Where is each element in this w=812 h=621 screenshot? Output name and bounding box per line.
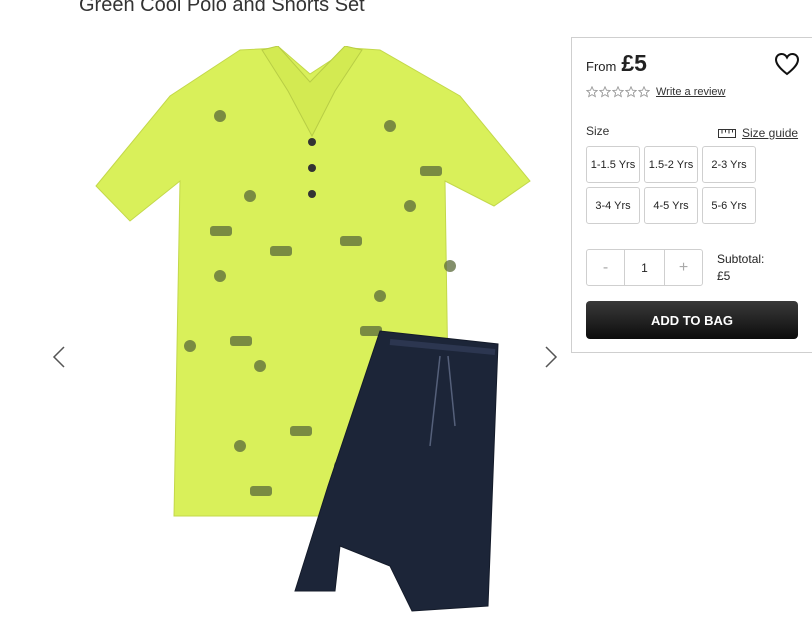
size-option[interactable]: 2-3 Yrs	[702, 146, 756, 183]
ruler-icon	[718, 128, 736, 138]
size-option[interactable]: 5-6 Yrs	[702, 187, 756, 224]
size-option[interactable]: 4-5 Yrs	[644, 187, 698, 224]
star-icon	[625, 86, 637, 98]
price-from-label: From	[586, 59, 617, 74]
chevron-right-icon	[545, 346, 558, 368]
size-options: 1-1.5 Yrs 1.5-2 Yrs 2-3 Yrs 3-4 Yrs 4-5 …	[586, 146, 756, 224]
wishlist-button[interactable]	[774, 52, 800, 76]
price-row: From £5	[586, 50, 647, 77]
product-image	[95, 46, 531, 612]
write-review-link[interactable]: Write a review	[656, 86, 725, 98]
size-label: Size	[586, 124, 610, 138]
star-icon	[586, 86, 598, 98]
product-gallery	[40, 30, 570, 621]
size-guide-label: Size guide	[742, 126, 799, 140]
size-option[interactable]: 3-4 Yrs	[586, 187, 640, 224]
gallery-prev-button[interactable]	[48, 340, 70, 374]
quantity-increase-button[interactable]: +	[664, 249, 703, 286]
quantity-decrease-button[interactable]: -	[586, 249, 625, 286]
purchase-panel: From £5 Write a review Size Size guide 1…	[571, 37, 812, 353]
star-icon	[599, 86, 611, 98]
chevron-left-icon	[52, 346, 65, 368]
polo-button	[308, 164, 316, 172]
add-to-bag-button[interactable]: ADD TO BAG	[586, 301, 798, 339]
quantity-input[interactable]	[625, 249, 664, 286]
polo-button	[308, 138, 316, 146]
quantity-stepper: - +	[586, 249, 703, 286]
size-option[interactable]: 1.5-2 Yrs	[644, 146, 698, 183]
size-guide-link[interactable]: Size guide	[718, 126, 798, 140]
size-option[interactable]: 1-1.5 Yrs	[586, 146, 640, 183]
heart-icon	[774, 52, 800, 76]
product-title: Green Cool Polo and Shorts Set	[79, 0, 365, 16]
subtotal-label: Subtotal:	[717, 252, 765, 266]
star-icon	[638, 86, 650, 98]
rating-stars	[586, 86, 650, 98]
polo-button	[308, 190, 316, 198]
rating-row: Write a review	[586, 86, 725, 98]
star-icon	[612, 86, 624, 98]
subtotal: Subtotal: £5	[717, 251, 764, 285]
price-value: £5	[621, 50, 647, 76]
subtotal-value: £5	[717, 269, 731, 283]
gallery-next-button[interactable]	[540, 340, 562, 374]
